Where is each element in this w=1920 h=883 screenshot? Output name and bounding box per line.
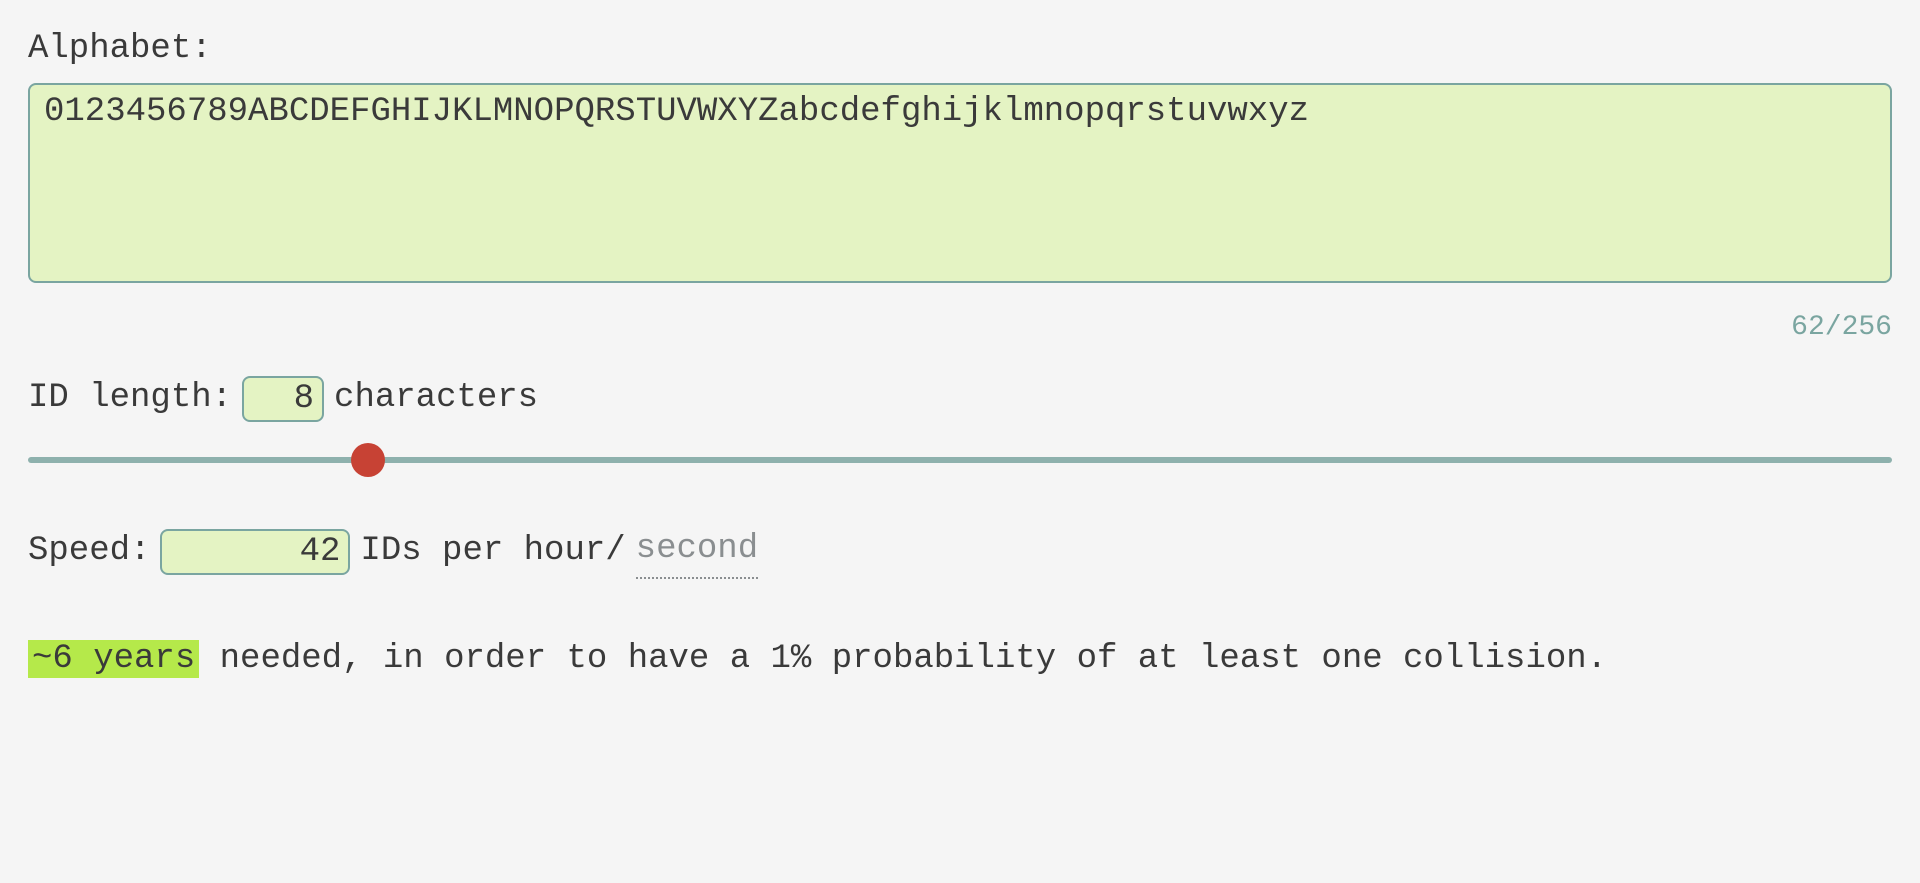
alphabet-label: Alphabet: xyxy=(28,24,1892,75)
speed-input[interactable] xyxy=(160,529,350,575)
length-slider[interactable] xyxy=(28,440,1892,480)
speed-label-post: IDs per hour/ xyxy=(360,526,625,577)
result-text: ~6 years needed, in order to have a 1% p… xyxy=(28,627,1892,692)
alphabet-counter: 62/256 xyxy=(28,307,1892,349)
length-input[interactable] xyxy=(242,376,324,422)
length-label-post: characters xyxy=(334,373,538,424)
length-label-pre: ID length: xyxy=(28,373,232,424)
result-tail: needed, in order to have a 1% probabilit… xyxy=(199,640,1607,678)
speed-unit-toggle[interactable]: second xyxy=(636,524,758,579)
result-highlight: ~6 years xyxy=(28,640,199,678)
alphabet-input[interactable] xyxy=(28,83,1892,283)
speed-label-pre: Speed: xyxy=(28,526,150,577)
